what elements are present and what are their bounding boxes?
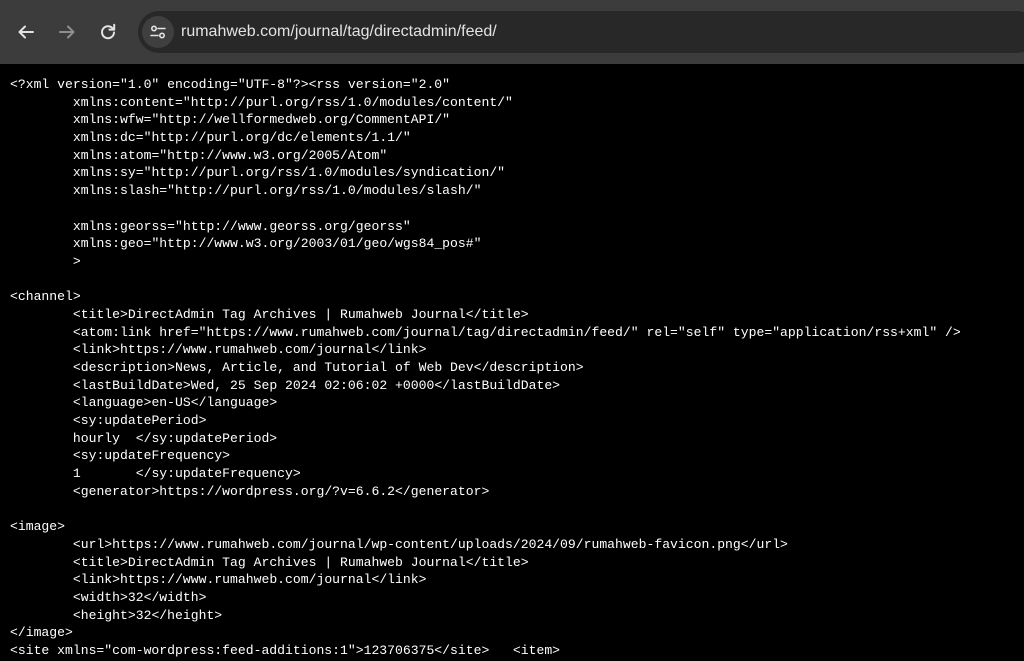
source-line: <language>en-US</language> <box>10 395 278 411</box>
source-line: <url>https://www.rumahweb.com/journal/wp… <box>10 536 788 552</box>
source-line: <title>DirectAdmin Tag Archives | Rumahw… <box>10 306 529 322</box>
source-line: <sy:updatePeriod> <box>10 413 207 429</box>
source-line <box>10 271 961 289</box>
source-line: xmlns:geo="http://www.w3.org/2003/01/geo… <box>10 236 482 252</box>
source-line: <lastBuildDate>Wed, 25 Sep 2024 02:06:02… <box>10 377 561 393</box>
reload-icon <box>101 23 116 40</box>
source-line: xmlns:sy="http://purl.org/rss/1.0/module… <box>10 165 506 181</box>
source-line: <link>https://www.rumahweb.com/journal</… <box>10 342 427 358</box>
address-bar[interactable]: rumahweb.com/journal/tag/directadmin/fee… <box>138 11 1024 53</box>
source-line: <width>32</width> <box>10 589 207 605</box>
source-line: xmlns:dc="http://purl.org/dc/elements/1.… <box>10 130 411 146</box>
arrow-left-icon <box>18 25 34 39</box>
source-line: <atom:link href="https://www.rumahweb.co… <box>10 324 961 340</box>
tune-icon <box>150 25 166 39</box>
source-line: 1 </sy:updateFrequency> <box>10 466 301 482</box>
source-line <box>10 501 961 519</box>
source-line: <site xmlns="com-wordpress:feed-addition… <box>10 643 561 658</box>
source-line: xmlns:georss="http://www.georss.org/geor… <box>10 218 411 234</box>
xml-source-view: <?xml version="1.0" encoding="UTF-8"?><r… <box>10 76 961 660</box>
source-line: <title>DirectAdmin Tag Archives | Rumahw… <box>10 554 529 570</box>
source-line: <sy:updateFrequency> <box>10 448 231 464</box>
source-line: <description>News, Article, and Tutorial… <box>10 360 584 375</box>
source-line: hourly </sy:updatePeriod> <box>10 430 278 446</box>
source-line: xmlns:content="http://purl.org/rss/1.0/m… <box>10 94 513 110</box>
source-line: <height>32</height> <box>10 607 223 623</box>
browser-toolbar: rumahweb.com/journal/tag/directadmin/fee… <box>0 0 1024 64</box>
source-line: </image> <box>10 625 73 641</box>
source-line <box>10 200 961 218</box>
source-line: <?xml version="1.0" encoding="UTF-8"?><r… <box>10 77 451 92</box>
source-line: <image> <box>10 519 66 535</box>
source-line: <link>https://www.rumahweb.com/journal</… <box>10 572 427 588</box>
arrow-right-icon <box>59 25 75 39</box>
source-line: xmlns:wfw="http://wellformedweb.org/Comm… <box>10 112 451 128</box>
source-line: xmlns:slash="http://purl.org/rss/1.0/mod… <box>10 183 482 199</box>
forward-button[interactable] <box>51 16 83 48</box>
source-line: > <box>10 253 81 269</box>
reload-button[interactable] <box>92 16 124 48</box>
source-line: <generator>https://wordpress.org/?v=6.6.… <box>10 483 490 499</box>
url-text[interactable]: rumahweb.com/journal/tag/directadmin/fee… <box>181 22 497 42</box>
site-info-button[interactable] <box>142 16 174 48</box>
source-line: <channel> <box>10 289 81 305</box>
back-button[interactable] <box>10 16 42 48</box>
source-line: xmlns:atom="http://www.w3.org/2005/Atom" <box>10 147 388 163</box>
